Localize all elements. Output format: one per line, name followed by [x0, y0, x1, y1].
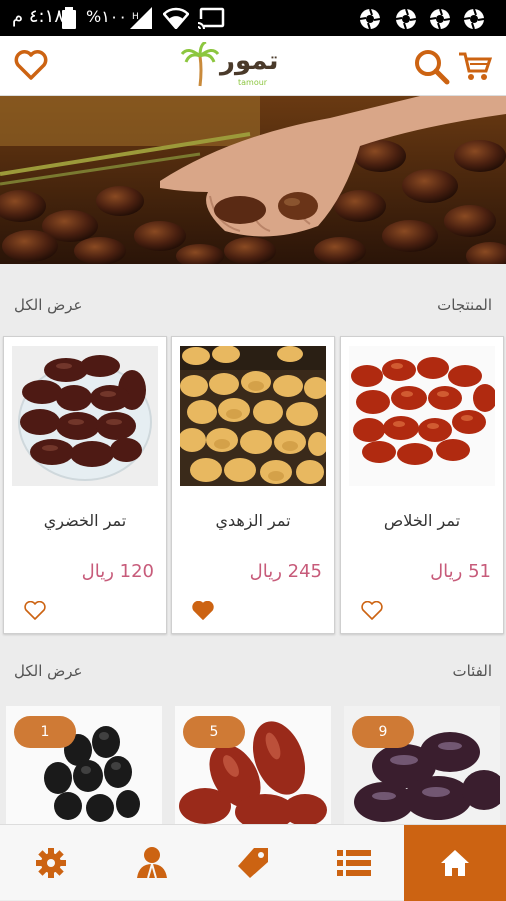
product-image — [349, 346, 495, 486]
cast-icon — [197, 7, 225, 29]
product-price: 120 ريال — [81, 561, 154, 582]
clock: ٤:١٨ م — [12, 6, 64, 27]
favorite-outline-icon[interactable] — [361, 601, 383, 621]
category-tile[interactable]: 5 — [175, 706, 331, 824]
nav-offers[interactable] — [202, 825, 303, 901]
category-tile[interactable]: 9 — [344, 706, 500, 824]
category-count-badge: 9 — [352, 716, 414, 748]
category-tile[interactable]: 1 — [6, 706, 162, 824]
nav-categories[interactable] — [303, 825, 404, 901]
aperture-icon — [429, 8, 451, 30]
hero-banner[interactable] — [0, 96, 506, 264]
list-icon — [336, 850, 371, 876]
categories-view-all-link[interactable]: عرض الكل — [14, 662, 83, 680]
dates-hand-photo — [0, 96, 506, 264]
aperture-icon — [463, 8, 485, 30]
nav-account[interactable] — [101, 825, 202, 901]
status-bar: ٤:١٨ م %١٠٠ H — [0, 0, 506, 36]
product-name: تمر الخضري — [43, 511, 127, 530]
search-icon[interactable] — [414, 49, 450, 85]
gear-icon — [35, 848, 66, 878]
user-icon — [136, 847, 167, 879]
favorite-filled-icon[interactable] — [192, 601, 214, 621]
nav-home[interactable] — [404, 825, 506, 901]
product-image — [12, 346, 158, 486]
home-icon — [441, 850, 469, 876]
product-name: تمر الخلاص — [383, 511, 461, 530]
product-name: تمر الزهدي — [215, 511, 291, 530]
heart-icon[interactable] — [14, 50, 48, 80]
category-count-badge: 5 — [183, 716, 245, 748]
app-logo: تمور tamour — [178, 42, 288, 92]
wifi-icon — [163, 7, 189, 29]
products-header: المنتجات عرض الكل — [0, 296, 506, 326]
aperture-icon — [359, 8, 381, 30]
product-image — [180, 346, 326, 486]
nav-settings[interactable] — [0, 825, 101, 901]
categories-header: الفئات عرض الكل — [0, 662, 506, 692]
cart-icon[interactable] — [458, 51, 492, 81]
aperture-icon — [395, 8, 417, 30]
product-card[interactable]: تمر الزهدي 245 ريال — [171, 336, 335, 634]
svg-text:H: H — [132, 12, 139, 22]
product-card[interactable]: تمر الخلاص 51 ريال — [340, 336, 504, 634]
product-price: 245 ريال — [249, 561, 322, 582]
battery-percent: %١٠٠ — [86, 7, 127, 26]
category-count-badge: 1 — [14, 716, 76, 748]
bottom-navigation — [0, 824, 506, 901]
products-title: المنتجات — [437, 296, 492, 314]
palm-tree-icon — [180, 42, 220, 87]
favorite-outline-icon[interactable] — [24, 601, 46, 621]
logo-subtext: tamour — [238, 78, 268, 87]
battery-icon — [62, 7, 76, 29]
app-bar: تمور tamour — [0, 36, 506, 96]
product-card[interactable]: تمر الخضري 120 ريال — [3, 336, 167, 634]
signal-icon: H — [130, 7, 152, 29]
categories-title: الفئات — [452, 662, 492, 680]
logo-text: تمور — [220, 46, 279, 76]
tag-icon — [237, 848, 268, 878]
products-view-all-link[interactable]: عرض الكل — [14, 296, 83, 314]
product-price: 51 ريال — [430, 561, 491, 582]
